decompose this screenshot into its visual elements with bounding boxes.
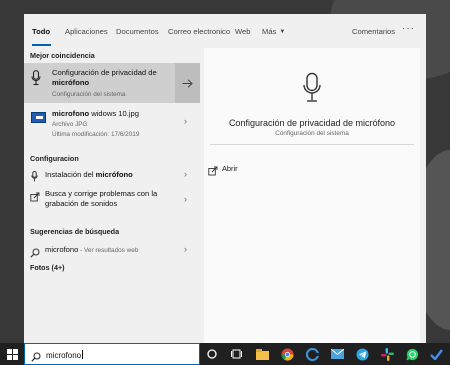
file-result[interactable]: microfono widows 10.jpg Archivo JPG Últi… — [24, 106, 200, 144]
preview-title: Configuración de privacidad de micrófono — [228, 118, 396, 128]
telegram-icon[interactable] — [355, 347, 369, 361]
ellipsis-icon[interactable]: ··· — [402, 23, 415, 34]
microphone-icon — [31, 70, 41, 91]
open-icon — [208, 163, 218, 181]
windows-start-icon[interactable] — [5, 347, 19, 361]
suggestion-text: microfono - Ver resultados web — [45, 245, 139, 254]
tab-documentos[interactable]: Documentos — [116, 27, 159, 36]
chrome-icon[interactable] — [280, 347, 294, 361]
taskbar: microfono — [0, 343, 450, 365]
web-suggestion[interactable]: microfono - Ver resultados web › — [24, 242, 200, 258]
open-action[interactable]: Abrir — [222, 164, 238, 173]
edge-icon[interactable] — [305, 347, 319, 361]
file-modified: Última modificación: 17/6/2019 — [52, 131, 140, 138]
troubleshoot-icon — [30, 189, 40, 207]
tab-mas-label: Más — [262, 27, 277, 36]
search-input[interactable]: microfono — [46, 350, 84, 360]
chevron-right-icon: › — [184, 244, 187, 254]
active-tab-indicator — [32, 44, 51, 46]
image-file-icon — [31, 112, 46, 123]
search-icon — [30, 245, 40, 263]
best-match-result[interactable]: Configuración de privacidad de micrófono… — [24, 63, 200, 103]
results-list: Mejor coincidencia Configuración de priv… — [24, 48, 200, 343]
section-settings: Configuracion — [30, 154, 79, 163]
microphone-icon — [302, 72, 322, 109]
file-type: Archivo JPG — [52, 121, 88, 128]
caret-down-icon: ▼ — [279, 29, 286, 35]
task-view-icon[interactable] — [229, 347, 243, 361]
whatsapp-icon[interactable] — [405, 347, 419, 361]
file-explorer-icon[interactable] — [255, 347, 269, 361]
preview-card: Configuración de privacidad de micrófono… — [204, 48, 420, 343]
best-match-title: Configuración de privacidad de micrófono — [52, 68, 157, 87]
settings-item-troubleshoot[interactable]: Busca y corrige problemas con la grabació… — [24, 186, 200, 214]
settings-item-label: Instalación del micrófono — [45, 170, 133, 179]
todo-icon[interactable] — [429, 347, 443, 361]
filter-tabs: Todo Aplicaciones Documentos Correo elec… — [24, 14, 426, 48]
file-name: microfono widows 10.jpg — [52, 109, 139, 118]
chevron-right-icon: › — [184, 194, 187, 204]
preview-subtitle: Configuración del sistema — [275, 130, 349, 137]
section-suggestions: Sugerencias de búsqueda — [30, 227, 120, 236]
tab-correo-electronico[interactable]: Correo electronico — [168, 27, 230, 36]
cortana-icon[interactable] — [205, 347, 219, 361]
slack-icon[interactable] — [380, 347, 394, 361]
search-icon — [31, 349, 41, 365]
expand-arrow-button[interactable] — [175, 63, 200, 103]
tab-todo[interactable]: Todo — [32, 27, 50, 36]
taskbar-search-box[interactable]: microfono — [24, 343, 200, 365]
mail-icon[interactable] — [330, 347, 344, 361]
section-best-match: Mejor coincidencia — [30, 51, 95, 60]
tab-mas[interactable]: Más ▼ — [262, 27, 285, 36]
chevron-right-icon: › — [184, 169, 187, 179]
tab-aplicaciones[interactable]: Aplicaciones — [65, 27, 108, 36]
search-panel: Todo Aplicaciones Documentos Correo elec… — [24, 14, 426, 343]
best-match-subtitle: Configuración del sistema — [52, 91, 126, 98]
settings-item-label: Busca y corrige problemas con la grabació… — [45, 189, 158, 208]
settings-item-microphone-setup[interactable]: Instalación del micrófono › — [24, 166, 200, 184]
tab-web[interactable]: Web — [235, 27, 250, 36]
section-photos[interactable]: Fotos (4+) — [30, 263, 65, 272]
divider — [210, 144, 414, 145]
best-match-open[interactable]: Configuración de privacidad de micrófono… — [24, 63, 174, 103]
microphone-icon — [31, 169, 38, 187]
arrow-right-icon — [182, 78, 193, 88]
comments-link[interactable]: Comentarios — [352, 27, 395, 36]
preview-pane: Configuración de privacidad de micrófono… — [200, 48, 426, 343]
chevron-right-icon: › — [184, 116, 187, 126]
